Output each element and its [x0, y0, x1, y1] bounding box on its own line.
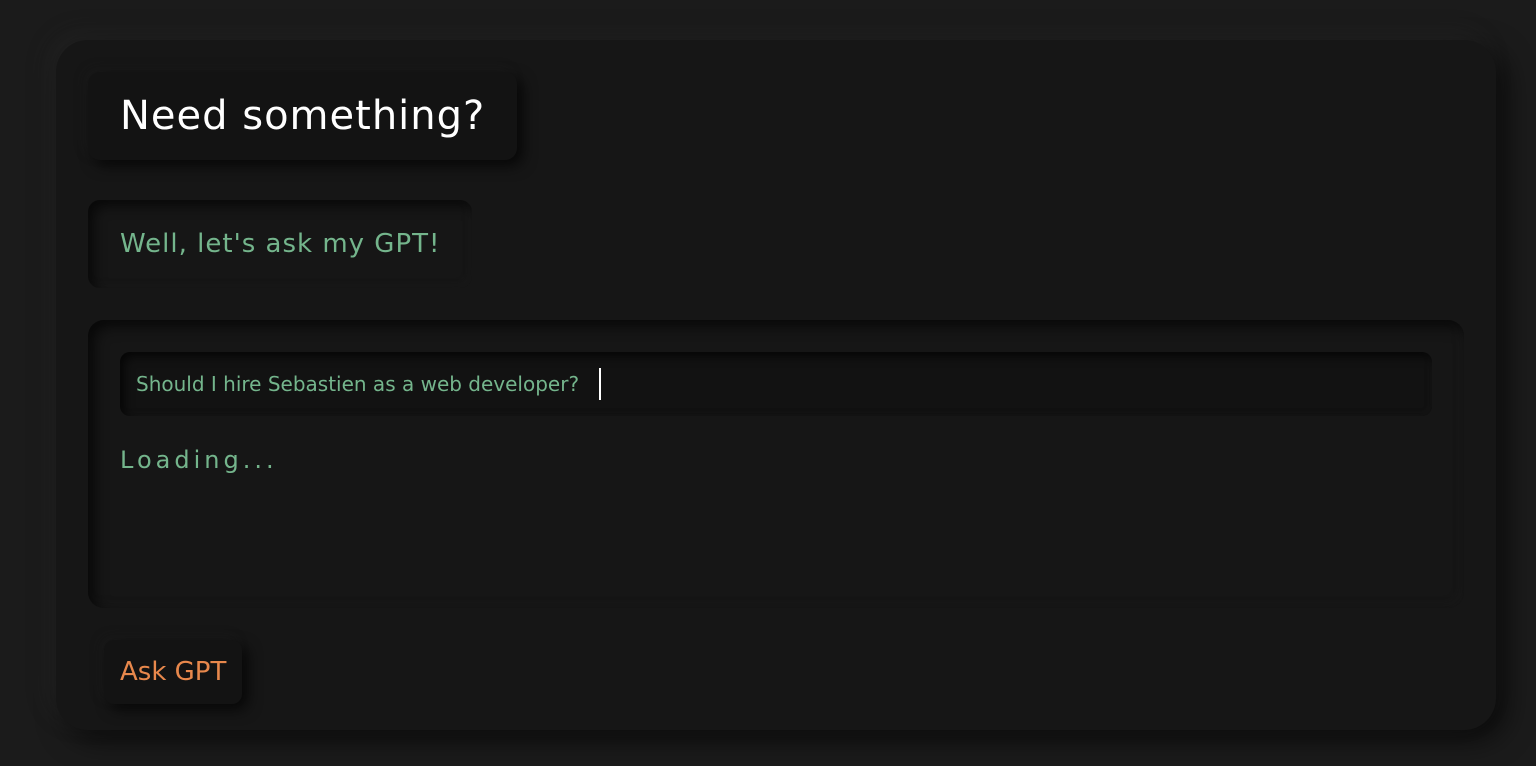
- chat-panel: Loading...: [88, 320, 1464, 608]
- gpt-card: Need something? Well, let's ask my GPT! …: [56, 40, 1496, 730]
- loading-status: Loading...: [120, 446, 278, 474]
- subtitle-text: Well, let's ask my GPT!: [120, 229, 441, 259]
- title-box: Need something?: [88, 72, 518, 160]
- text-caret: [599, 368, 601, 400]
- ask-gpt-button[interactable]: Ask GPT: [104, 640, 243, 704]
- page-title: Need something?: [120, 93, 486, 139]
- subtitle-box: Well, let's ask my GPT!: [88, 200, 473, 288]
- question-input[interactable]: [120, 352, 1432, 416]
